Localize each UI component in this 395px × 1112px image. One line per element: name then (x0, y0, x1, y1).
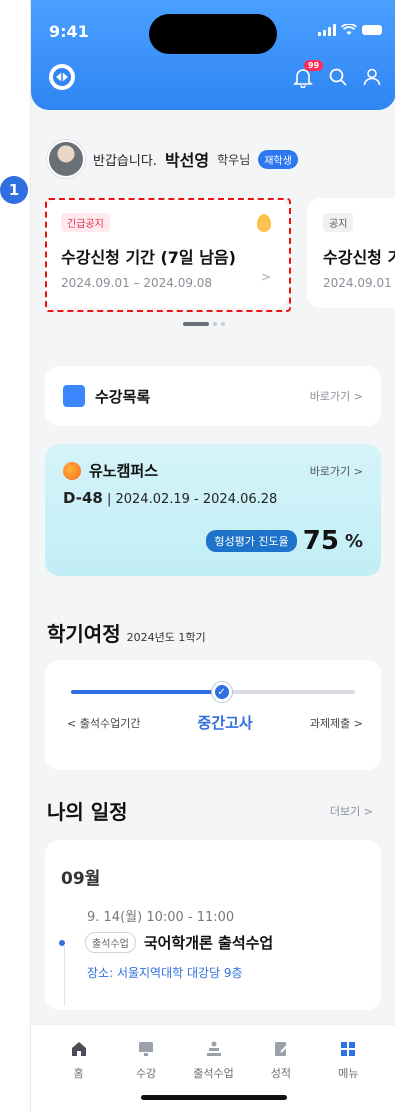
status-time: 9:41 (49, 22, 89, 41)
schedule-place: 장소: 서울지역대학 대강당 9층 (87, 966, 243, 980)
progress-value: 75 (302, 526, 339, 556)
timeline-line (64, 946, 65, 1006)
semester-progress-fill (71, 690, 222, 694)
uno-logo-icon (63, 461, 81, 480)
notice-date: 2024.09.01 - (323, 276, 395, 290)
timeline-dot (59, 939, 65, 946)
schedule-chip: 출석수업 (85, 932, 136, 953)
greeting-suffix: 학우님 (217, 152, 251, 167)
logo-icon (53, 68, 71, 86)
semester-card: ✓ < 출석수업기간 중간고사 과제제출 > (45, 660, 381, 770)
carousel-pager[interactable] (183, 322, 225, 326)
app-header: 9:41 99 (31, 0, 395, 110)
dday: D-48 (63, 489, 103, 507)
course-list-card[interactable]: 수강목록 바로가기 > (45, 366, 381, 426)
tab-lecture[interactable]: 수강 (112, 1039, 179, 1081)
avatar[interactable] (47, 140, 85, 178)
battery-icon (362, 25, 382, 35)
tab-label: 출석수업 (193, 1067, 234, 1080)
tab-home[interactable]: 홈 (45, 1039, 112, 1081)
check-icon[interactable]: ✓ (211, 682, 232, 702)
notice-tag: 공지 (323, 213, 354, 232)
home-icon (69, 1039, 89, 1059)
schedule-title: 나의 일정 (47, 800, 128, 824)
tab-grades[interactable]: 성적 (247, 1039, 314, 1081)
notice-title: 수강신청 기 (323, 248, 395, 267)
pager-dot (213, 322, 217, 326)
phone-screen: 9:41 99 반갑습니다. 박선영 학우님 재학생 긴급공지 수강신청 기간 … (30, 0, 395, 1112)
notepad-icon (63, 385, 85, 407)
home-indicator (141, 1095, 287, 1100)
header-actions: 99 (292, 60, 382, 89)
semester-section-title: 학기여정 2024년도 1학기 (47, 618, 206, 647)
dynamic-island (149, 14, 277, 54)
chevron-right-icon: > (260, 270, 271, 284)
pager-dot-active (183, 322, 209, 326)
tab-label: 성적 (270, 1067, 292, 1080)
tab-menu[interactable]: 메뉴 (315, 1039, 382, 1081)
schedule-more-link[interactable]: 더보기 > (330, 803, 373, 819)
notice-date: 2024.09.01 – 2024.09.08 (61, 276, 213, 290)
tab-label: 홈 (73, 1067, 84, 1080)
uno-link[interactable]: 바로가기 > (310, 463, 363, 479)
schedule-card: 09월 9. 14(월) 10:00 - 11:00 출석수업 국어학개론 출석… (45, 840, 381, 1010)
wifi-icon (341, 24, 357, 35)
app-logo[interactable] (49, 64, 75, 90)
uno-campus-card[interactable]: 유노캠퍼스 바로가기 > D-48 | 2024.02.19 - 2024.06… (45, 444, 381, 576)
attendance-icon (204, 1039, 224, 1059)
notice-card-urgent[interactable]: 긴급공지 수강신청 기간 (7일 남음) 2024.09.01 – 2024.0… (45, 198, 289, 308)
grade-icon (271, 1039, 291, 1059)
alert-drop-icon (257, 214, 271, 232)
search-icon[interactable] (328, 67, 348, 87)
status-badge: 재학생 (258, 149, 298, 169)
tab-label: 수강 (135, 1067, 157, 1080)
menu-grid-icon (338, 1039, 358, 1059)
semester-progress-track[interactable]: ✓ (71, 682, 355, 702)
tab-label: 메뉴 (338, 1067, 359, 1080)
user-icon[interactable] (362, 67, 382, 87)
bottom-tab-bar: 홈 수강 출석수업 성적 메뉴 (31, 1024, 395, 1112)
lecture-icon (136, 1039, 156, 1059)
semester-prev-link[interactable]: < 출석수업기간 (67, 715, 140, 731)
tab-attendance[interactable]: 출석수업 (180, 1039, 247, 1081)
notice-tag: 긴급공지 (61, 213, 110, 232)
notice-title: 수강신청 기간 (7일 남음) (61, 248, 236, 267)
progress-unit: % (344, 530, 363, 552)
schedule-month: 09월 (61, 869, 101, 889)
schedule-item[interactable]: 출석수업 국어학개론 출석수업 (59, 932, 273, 953)
semester-title: 학기여정 (47, 622, 121, 646)
semester-subtitle: 2024년도 1학기 (126, 631, 206, 644)
semester-labels: < 출석수업기간 중간고사 과제제출 > (67, 712, 363, 733)
schedule-title-text: 국어학개론 출석수업 (143, 934, 274, 952)
semester-next-link[interactable]: 과제제출 > (310, 715, 363, 731)
greeting-prefix: 반갑습니다. (93, 153, 157, 169)
annotation-marker: 1 (0, 176, 28, 204)
notice-card[interactable]: 공지 수강신청 기 2024.09.01 - (307, 198, 395, 308)
notification-badge: 99 (304, 60, 324, 71)
progress-label: 형성평가 진도율 (206, 530, 297, 552)
user-name: 박선영 (164, 151, 210, 170)
notification-button[interactable]: 99 (292, 60, 324, 89)
uno-progress: 형성평가 진도율 75% (206, 526, 363, 556)
pager-dot (221, 322, 225, 326)
semester-current: 중간고사 (197, 714, 253, 732)
status-icons (318, 24, 382, 36)
greeting: 반갑습니다. 박선영 학우님 재학생 (47, 140, 298, 178)
uno-period: | 2024.02.19 - 2024.06.28 (106, 492, 278, 507)
course-list-link[interactable]: 바로가기 > (310, 388, 363, 404)
uno-title: 유노캠퍼스 (89, 462, 159, 480)
signal-icon (318, 24, 336, 36)
uno-period-line: D-48 | 2024.02.19 - 2024.06.28 (63, 489, 363, 507)
schedule-time: 9. 14(월) 10:00 - 11:00 (87, 910, 235, 925)
course-list-title: 수강목록 (95, 387, 151, 406)
